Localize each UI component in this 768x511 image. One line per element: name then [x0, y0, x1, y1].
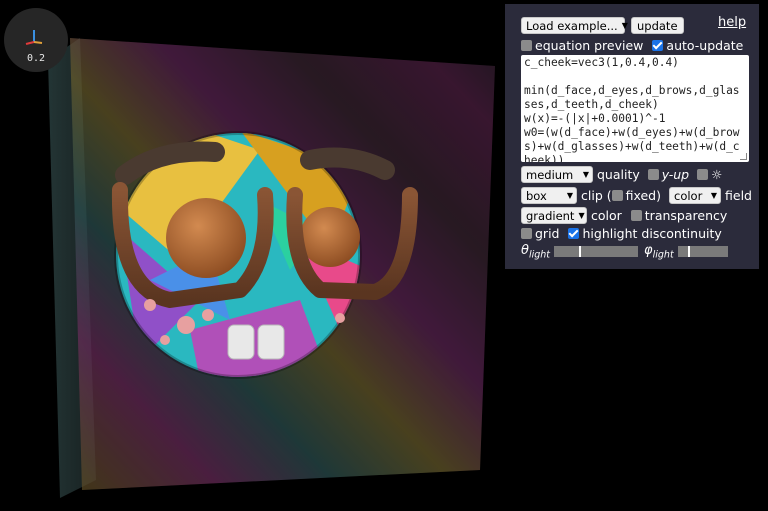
control-panel: Load example... ▼ update help equation p…	[505, 4, 759, 269]
right-brow	[300, 147, 395, 180]
equation-preview-label: equation preview	[535, 38, 644, 53]
slider-thumb[interactable]	[579, 246, 582, 258]
phi-sub: light	[652, 249, 674, 261]
sun-icon: ☼	[711, 167, 723, 182]
fixed-checkbox[interactable]	[611, 190, 623, 201]
update-button[interactable]: update	[631, 17, 684, 34]
field-label: field	[725, 188, 752, 203]
light-checkbox[interactable]	[697, 169, 709, 180]
help-link[interactable]: help	[718, 15, 746, 30]
fixed-label: fixed)	[625, 188, 661, 203]
chevron-down-icon: ▼	[710, 191, 717, 200]
highlight-discontinuity-label: highlight discontinuity	[582, 226, 722, 241]
field-select[interactable]: color ▼	[669, 187, 721, 204]
grid-checkbox[interactable]	[521, 228, 532, 239]
color-select[interactable]: gradient ▼	[521, 207, 587, 224]
color-label: color	[591, 208, 622, 223]
quality-select[interactable]: medium ▼	[521, 166, 593, 183]
equation-preview-checkbox[interactable]	[521, 40, 532, 51]
theta-light-slider[interactable]	[554, 246, 639, 258]
right-eye	[300, 207, 360, 267]
load-example-select[interactable]: Load example... ▼	[521, 17, 628, 34]
left-eye	[166, 198, 246, 278]
quality-label: quality	[597, 167, 640, 182]
y-up-checkbox[interactable]	[647, 169, 659, 180]
load-example-value: Load example...	[526, 18, 618, 33]
chevron-down-icon: ▼	[566, 191, 573, 200]
clip-select[interactable]: box ▼	[521, 187, 577, 204]
auto-update-label: auto-update	[666, 38, 744, 53]
transparency-label: transparency	[644, 208, 728, 223]
auto-update-checkbox[interactable]	[652, 40, 664, 51]
zoom-level: 0.2	[26, 53, 46, 64]
phi-light-label: φlight	[644, 243, 674, 261]
highlight-discontinuity-checkbox[interactable]	[568, 228, 580, 239]
y-up-label: y-up	[661, 167, 690, 182]
resize-handle-icon[interactable]	[740, 153, 747, 160]
equation-code: c_cheek=vec3(1,0.4,0.4) min(d_face,d_eye…	[524, 56, 740, 162]
equation-editor[interactable]: c_cheek=vec3(1,0.4,0.4) min(d_face,d_eye…	[521, 55, 749, 162]
transparency-checkbox[interactable]	[630, 210, 642, 221]
chevron-down-icon: ▼	[582, 170, 589, 179]
clip-label: clip (	[581, 188, 612, 203]
theta-symbol: θ	[521, 243, 529, 258]
quality-value: medium	[526, 167, 574, 182]
color-value: gradient	[526, 208, 575, 223]
phi-light-slider[interactable]	[677, 246, 728, 258]
slider-thumb[interactable]	[687, 246, 690, 258]
theta-sub: light	[528, 249, 551, 261]
phi-symbol: φ	[644, 243, 653, 258]
field-value: color	[674, 188, 703, 203]
chevron-down-icon: ▼	[621, 21, 628, 30]
theta-light-label: θlight	[521, 243, 550, 261]
grid-label: grid	[535, 226, 560, 241]
clip-value: box	[526, 188, 547, 203]
chevron-down-icon: ▼	[578, 211, 585, 220]
axis-gizmo[interactable]: 0.2	[4, 8, 68, 72]
